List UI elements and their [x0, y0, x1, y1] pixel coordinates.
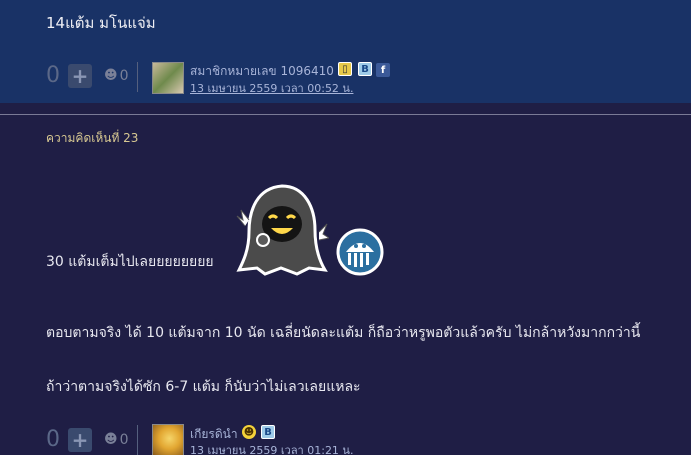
vote-count: 0	[46, 63, 60, 88]
vote-count: 0	[46, 427, 60, 452]
comment-line-1: 30 แต้มเต็มไปเลยยยยยยยย	[46, 254, 214, 270]
grim-reaper-sticker	[236, 184, 329, 276]
comment-text: 14แต้ม มโนแจ่ม	[46, 14, 156, 32]
blog-badge-icon[interactable]: B	[261, 425, 275, 439]
emotion-count: 0	[119, 431, 129, 448]
emotion-count: 0	[119, 67, 129, 84]
emotion-icon[interactable]: ☻	[104, 432, 118, 447]
plus-vote-button[interactable]: +	[68, 427, 92, 452]
comment-line-2: ตอบตามจริง ได้ 10 แต้มจาก 10 นัด เฉลี่ยน…	[46, 325, 641, 341]
jellyfish-emoticon-icon	[336, 228, 384, 276]
comment-line-3: ถ้าว่าตามจริงได้ซัก 6-7 แต้ม ก็นับว่าไม่…	[46, 379, 361, 395]
comment-divider	[0, 114, 691, 115]
vote-area: 0 + ☻ 0	[46, 427, 128, 452]
post-date-link[interactable]: 13 เมษายน 2559 เวลา 01:21 น.	[190, 441, 353, 455]
emotion-icon[interactable]: ☻	[104, 68, 118, 83]
comment-top: 14แต้ม มโนแจ่ม 0 + ☻ 0 สมาชิกหมายเลข 109…	[0, 0, 691, 103]
plus-vote-button[interactable]: +	[68, 63, 92, 88]
avatar[interactable]	[152, 424, 184, 455]
facebook-icon[interactable]: f	[376, 63, 390, 77]
post-date-link[interactable]: 13 เมษายน 2559 เวลา 00:52 น.	[190, 79, 353, 97]
vote-area: 0 + ☻ 0	[46, 63, 128, 88]
phone-badge-icon[interactable]: ▯	[338, 62, 352, 76]
blog-badge-icon[interactable]: B	[358, 62, 372, 76]
vertical-divider	[137, 62, 138, 92]
smile-badge-icon[interactable]: ☻	[242, 425, 256, 439]
avatar[interactable]	[152, 62, 184, 94]
comment-number: ความคิดเห็นที่ 23	[46, 131, 139, 145]
vertical-divider	[137, 425, 138, 455]
